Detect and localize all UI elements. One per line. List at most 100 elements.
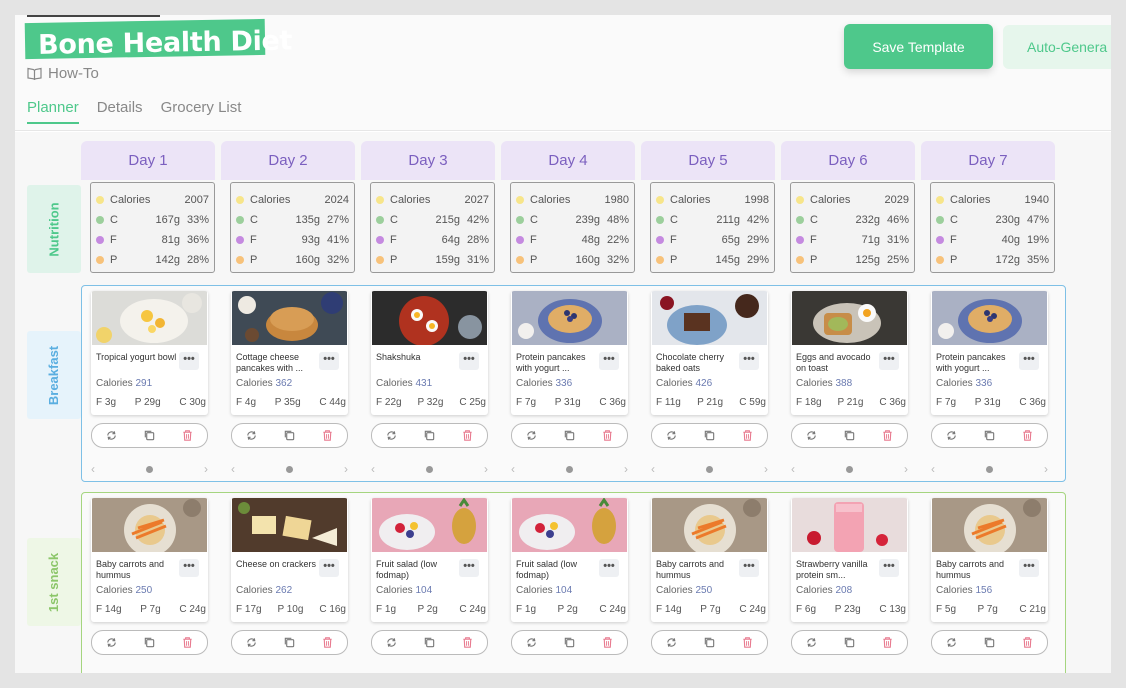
meal-card[interactable]: Protein pancakes with yogurt ... ••• Calor… xyxy=(931,291,1048,415)
copy-icon[interactable] xyxy=(843,636,856,649)
more-icon[interactable]: ••• xyxy=(1019,352,1039,370)
trash-icon[interactable] xyxy=(181,429,194,442)
trash-icon[interactable] xyxy=(881,429,894,442)
meal-card[interactable]: Cottage cheese pancakes with ... ••• Calor… xyxy=(231,291,348,415)
chevron-left-icon[interactable]: ‹ xyxy=(91,669,95,673)
trash-icon[interactable] xyxy=(741,429,754,442)
meal-card[interactable]: Baby carrots and hummus ••• Calories 250 F … xyxy=(651,498,768,622)
meal-card[interactable]: Fruit salad (low fodmap) ••• Calories 104 F… xyxy=(371,498,488,622)
copy-icon[interactable] xyxy=(283,429,296,442)
chevron-right-icon[interactable]: › xyxy=(1044,669,1048,673)
swap-icon[interactable] xyxy=(105,429,118,442)
swap-icon[interactable] xyxy=(805,429,818,442)
chevron-right-icon[interactable]: › xyxy=(344,462,348,476)
chevron-left-icon[interactable]: ‹ xyxy=(511,462,515,476)
chevron-left-icon[interactable]: ‹ xyxy=(791,669,795,673)
chevron-right-icon[interactable]: › xyxy=(624,462,628,476)
meal-card[interactable]: Chocolate cherry baked oats ••• Calories 4… xyxy=(651,291,768,415)
day-header[interactable]: Day 7 xyxy=(921,141,1055,180)
swap-icon[interactable] xyxy=(105,636,118,649)
meal-card[interactable]: Baby carrots and hummus ••• Calories 250 F … xyxy=(91,498,208,622)
copy-icon[interactable] xyxy=(143,429,156,442)
copy-icon[interactable] xyxy=(563,636,576,649)
auto-generate-button[interactable]: Auto-Genera xyxy=(1003,25,1111,69)
meal-card[interactable]: Fruit salad (low fodmap) ••• Calories 104 F… xyxy=(511,498,628,622)
swap-icon[interactable] xyxy=(805,636,818,649)
meal-card[interactable]: Eggs and avocado on toast ••• Calories 388… xyxy=(791,291,908,415)
chevron-right-icon[interactable]: › xyxy=(204,462,208,476)
trash-icon[interactable] xyxy=(461,429,474,442)
meal-card[interactable]: Strawberry vanilla protein sm... ••• Calor… xyxy=(791,498,908,622)
more-icon[interactable]: ••• xyxy=(1019,559,1039,577)
swap-icon[interactable] xyxy=(525,429,538,442)
day-header[interactable]: Day 2 xyxy=(221,141,355,180)
copy-icon[interactable] xyxy=(703,636,716,649)
howto-link[interactable]: How-To xyxy=(27,65,99,82)
tab-planner[interactable]: Planner xyxy=(27,99,79,124)
copy-icon[interactable] xyxy=(563,429,576,442)
meal-card[interactable]: Tropical yogurt bowl ••• Calories 291 F 3g P… xyxy=(91,291,208,415)
chevron-right-icon[interactable]: › xyxy=(344,669,348,673)
chevron-right-icon[interactable]: › xyxy=(764,669,768,673)
chevron-left-icon[interactable]: ‹ xyxy=(371,669,375,673)
copy-icon[interactable] xyxy=(143,636,156,649)
swap-icon[interactable] xyxy=(945,429,958,442)
copy-icon[interactable] xyxy=(983,636,996,649)
day-header[interactable]: Day 1 xyxy=(81,141,215,180)
chevron-right-icon[interactable]: › xyxy=(764,462,768,476)
meal-card[interactable]: Baby carrots and hummus ••• Calories 156 F … xyxy=(931,498,1048,622)
chevron-right-icon[interactable]: › xyxy=(484,462,488,476)
tab-grocery-list[interactable]: Grocery List xyxy=(161,99,242,124)
chevron-right-icon[interactable]: › xyxy=(1044,462,1048,476)
trash-icon[interactable] xyxy=(1021,636,1034,649)
swap-icon[interactable] xyxy=(525,636,538,649)
more-icon[interactable]: ••• xyxy=(319,352,339,370)
trash-icon[interactable] xyxy=(321,429,334,442)
meal-card[interactable]: Protein pancakes with yogurt ... ••• Calor… xyxy=(511,291,628,415)
chevron-right-icon[interactable]: › xyxy=(904,462,908,476)
trash-icon[interactable] xyxy=(461,636,474,649)
chevron-right-icon[interactable]: › xyxy=(904,669,908,673)
more-icon[interactable]: ••• xyxy=(739,352,759,370)
copy-icon[interactable] xyxy=(983,429,996,442)
more-icon[interactable]: ••• xyxy=(319,559,339,577)
trash-icon[interactable] xyxy=(321,636,334,649)
trash-icon[interactable] xyxy=(601,429,614,442)
save-template-button[interactable]: Save Template xyxy=(844,24,993,69)
day-header[interactable]: Day 6 xyxy=(781,141,915,180)
meal-card[interactable]: Shakshuka ••• Calories 431 F 22g P 32g C 25g xyxy=(371,291,488,415)
chevron-left-icon[interactable]: ‹ xyxy=(231,669,235,673)
chevron-left-icon[interactable]: ‹ xyxy=(371,462,375,476)
copy-icon[interactable] xyxy=(423,429,436,442)
swap-icon[interactable] xyxy=(245,636,258,649)
trash-icon[interactable] xyxy=(601,636,614,649)
chevron-left-icon[interactable]: ‹ xyxy=(651,462,655,476)
meal-card[interactable]: Cheese on crackers ••• Calories 262 F 17g P … xyxy=(231,498,348,622)
chevron-left-icon[interactable]: ‹ xyxy=(651,669,655,673)
more-icon[interactable]: ••• xyxy=(599,559,619,577)
more-icon[interactable]: ••• xyxy=(739,559,759,577)
day-header[interactable]: Day 5 xyxy=(641,141,775,180)
day-header[interactable]: Day 4 xyxy=(501,141,635,180)
copy-icon[interactable] xyxy=(283,636,296,649)
copy-icon[interactable] xyxy=(843,429,856,442)
chevron-left-icon[interactable]: ‹ xyxy=(511,669,515,673)
more-icon[interactable]: ••• xyxy=(879,559,899,577)
chevron-right-icon[interactable]: › xyxy=(204,669,208,673)
chevron-right-icon[interactable]: › xyxy=(624,669,628,673)
more-icon[interactable]: ••• xyxy=(459,559,479,577)
swap-icon[interactable] xyxy=(665,636,678,649)
chevron-right-icon[interactable]: › xyxy=(484,669,488,673)
copy-icon[interactable] xyxy=(423,636,436,649)
more-icon[interactable]: ••• xyxy=(179,559,199,577)
chevron-left-icon[interactable]: ‹ xyxy=(931,462,935,476)
day-header[interactable]: Day 3 xyxy=(361,141,495,180)
more-icon[interactable]: ••• xyxy=(459,352,479,370)
tab-details[interactable]: Details xyxy=(97,99,143,124)
more-icon[interactable]: ••• xyxy=(599,352,619,370)
trash-icon[interactable] xyxy=(1021,429,1034,442)
swap-icon[interactable] xyxy=(245,429,258,442)
swap-icon[interactable] xyxy=(945,636,958,649)
swap-icon[interactable] xyxy=(665,429,678,442)
more-icon[interactable]: ••• xyxy=(179,352,199,370)
